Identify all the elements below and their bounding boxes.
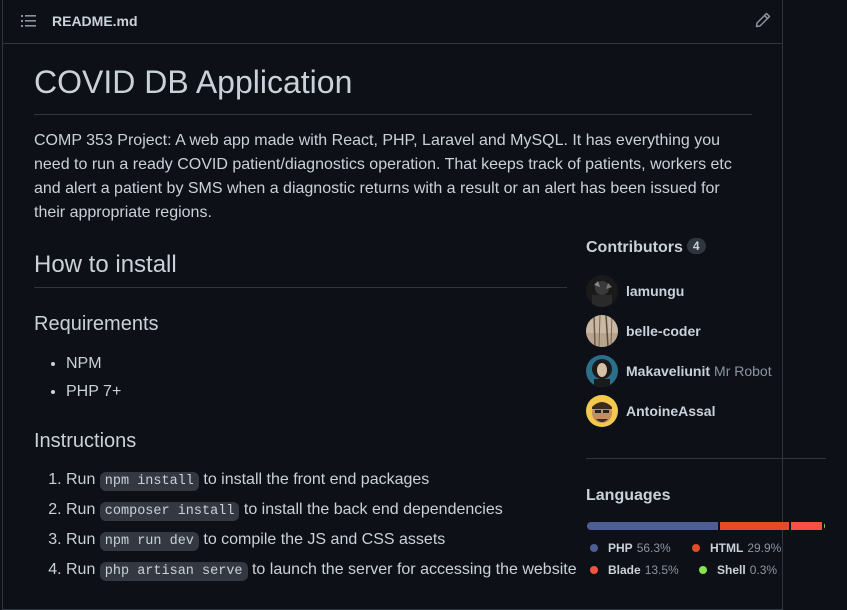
language-item-html[interactable]: HTML 29.9% bbox=[692, 541, 781, 555]
contributors-count-badge: 4 bbox=[686, 238, 706, 254]
step-text: Run bbox=[66, 501, 100, 518]
contributors-heading[interactable]: Contributors 4 bbox=[586, 238, 706, 257]
contributor-item[interactable]: AntoineAssal bbox=[586, 395, 826, 427]
contributors-title[interactable]: Contributors bbox=[586, 239, 683, 256]
language-item-shell[interactable]: Shell 0.3% bbox=[699, 563, 777, 577]
step-code: php artisan serve bbox=[99, 562, 248, 581]
step-text: Run bbox=[66, 531, 100, 548]
readme-title: COVID DB Application bbox=[34, 60, 752, 115]
contributor-item[interactable]: lamungu bbox=[586, 275, 826, 307]
language-color-dot bbox=[692, 544, 700, 552]
contributor-name[interactable]: belle-coder bbox=[626, 323, 701, 339]
language-name[interactable]: HTML bbox=[710, 541, 743, 555]
avatar[interactable] bbox=[586, 395, 618, 427]
contributor-login[interactable]: Makaveliunit bbox=[626, 363, 710, 379]
contributor-name[interactable]: lamungu bbox=[626, 283, 684, 299]
language-bar-segment-shell[interactable] bbox=[824, 522, 825, 530]
language-bar-segment-php[interactable] bbox=[587, 522, 718, 530]
avatar[interactable] bbox=[586, 355, 618, 387]
language-color-dot bbox=[590, 544, 598, 552]
contributor-item[interactable]: Makaveliunit Mr Robot bbox=[586, 355, 826, 387]
language-percent[interactable]: 29.9% bbox=[747, 541, 781, 555]
list-item: Run npm run dev to compile the JS and CS… bbox=[66, 526, 577, 556]
language-color-dot bbox=[590, 566, 598, 574]
step-text: Run bbox=[66, 471, 100, 488]
list-item: PHP 7+ bbox=[66, 378, 121, 406]
language-percent[interactable]: 0.3% bbox=[750, 563, 777, 577]
list-item: Run php artisan serve to launch the serv… bbox=[66, 556, 577, 586]
avatar[interactable] bbox=[586, 275, 618, 307]
contributor-login[interactable]: lamungu bbox=[626, 283, 684, 299]
language-item-php[interactable]: PHP 56.3% bbox=[590, 541, 671, 555]
contributor-name[interactable]: AntoineAssal bbox=[626, 403, 715, 419]
contributor-fullname[interactable]: Mr Robot bbox=[714, 363, 772, 379]
language-name[interactable]: Shell bbox=[717, 563, 746, 577]
language-name[interactable]: Blade bbox=[608, 563, 641, 577]
step-text: to launch the server for accessing the w… bbox=[247, 561, 577, 578]
sidebar-divider bbox=[586, 458, 826, 459]
languages-heading: Languages bbox=[586, 487, 671, 504]
languages-bar bbox=[587, 522, 825, 530]
step-text: to install the back end dependencies bbox=[239, 501, 503, 518]
list-item: Run composer install to install the back… bbox=[66, 496, 577, 526]
language-name[interactable]: PHP bbox=[608, 541, 633, 555]
requirements-heading: Requirements bbox=[34, 313, 159, 335]
step-code: composer install bbox=[99, 502, 240, 521]
language-item-blade[interactable]: Blade 13.5% bbox=[590, 563, 679, 577]
contributor-login[interactable]: belle-coder bbox=[626, 323, 701, 339]
readme-filename[interactable]: README.md bbox=[52, 13, 138, 29]
pencil-icon[interactable] bbox=[754, 11, 772, 29]
step-code: npm install bbox=[99, 472, 199, 491]
list-item: Run npm install to install the front end… bbox=[66, 466, 577, 496]
step-code: npm run dev bbox=[99, 532, 199, 551]
readme-description: COMP 353 Project: A web app made with Re… bbox=[34, 132, 732, 221]
language-percent[interactable]: 56.3% bbox=[637, 541, 671, 555]
instructions-list: Run npm install to install the front end… bbox=[34, 466, 577, 586]
readme-header: README.md bbox=[3, 0, 782, 44]
instructions-heading: Instructions bbox=[34, 430, 137, 452]
language-color-dot bbox=[699, 566, 707, 574]
step-text: Run bbox=[66, 561, 100, 578]
language-percent[interactable]: 13.5% bbox=[645, 563, 679, 577]
step-text: to install the front end packages bbox=[198, 471, 430, 488]
contributor-login[interactable]: AntoineAssal bbox=[626, 403, 715, 419]
language-bar-segment-html[interactable] bbox=[719, 522, 789, 530]
contributor-name[interactable]: Makaveliunit Mr Robot bbox=[626, 363, 772, 379]
avatar[interactable] bbox=[586, 315, 618, 347]
list-item: NPM bbox=[66, 350, 121, 378]
outline-list-icon[interactable] bbox=[21, 14, 37, 28]
language-bar-segment-blade[interactable] bbox=[791, 522, 823, 530]
install-heading: How to install bbox=[34, 249, 567, 288]
requirements-list: NPM PHP 7+ bbox=[34, 350, 121, 406]
contributor-item[interactable]: belle-coder bbox=[586, 315, 826, 347]
step-text: to compile the JS and CSS assets bbox=[198, 531, 446, 548]
